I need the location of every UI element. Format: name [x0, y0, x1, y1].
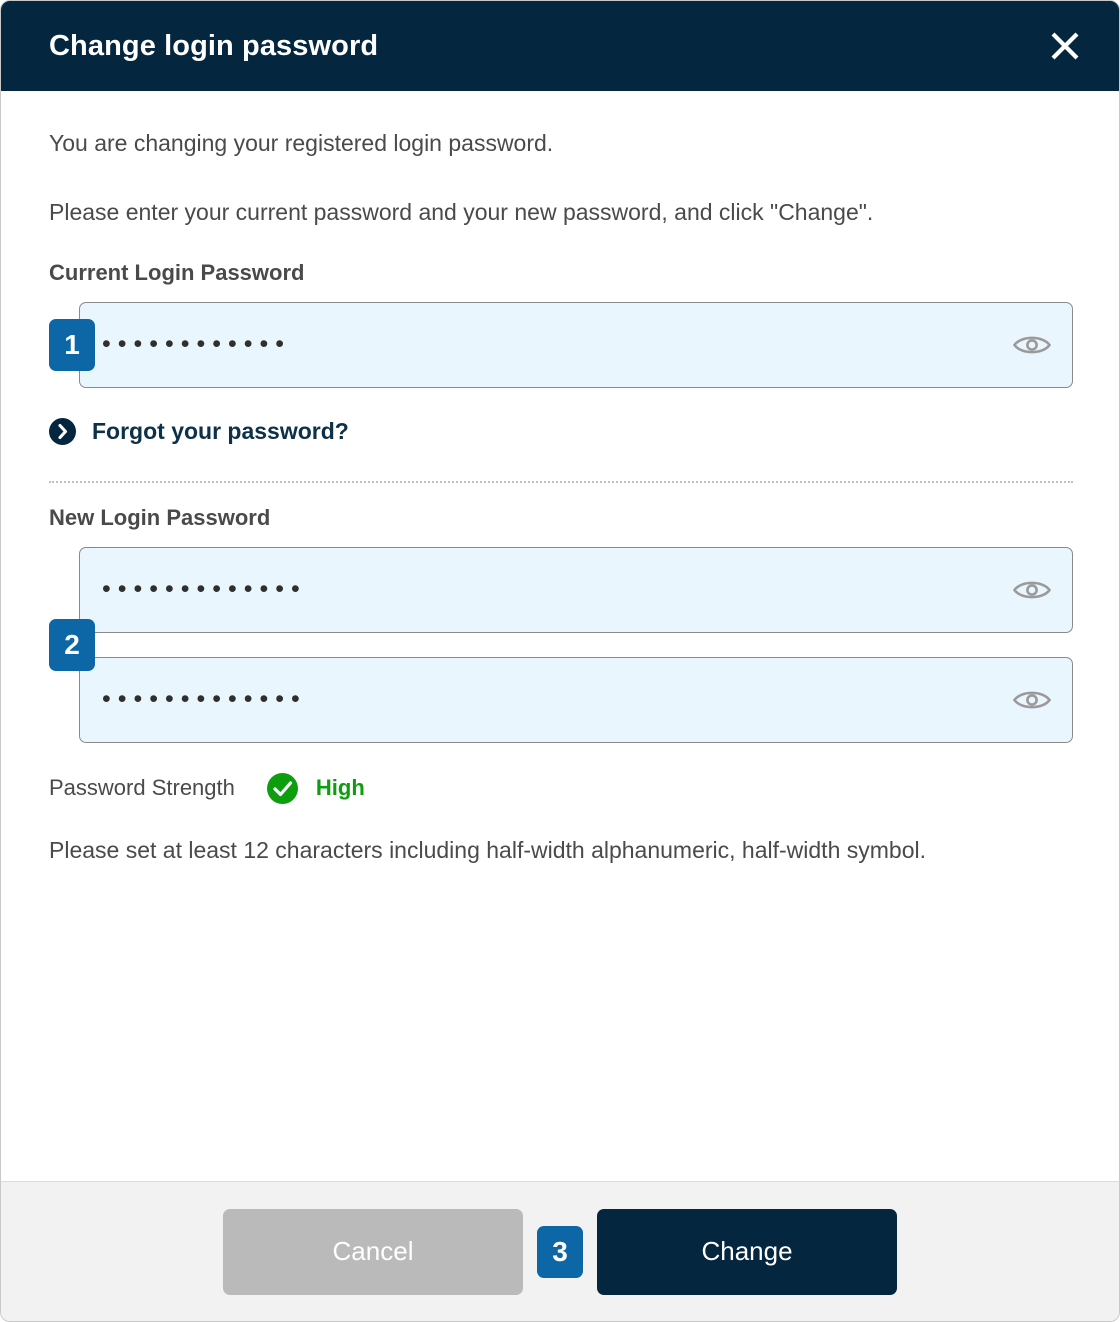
new-password-input[interactable]: ••••••••••••• [79, 546, 1073, 633]
password-strength-value: High [315, 775, 365, 800]
new-password-row-2: ••••••••••••• [49, 656, 1073, 743]
current-password-label: Current Login Password [49, 259, 305, 285]
step-badge-1: 1 [49, 318, 95, 371]
password-requirements-hint: Please set at least 12 characters includ… [49, 836, 926, 863]
password-strength-row: Password Strength High [49, 772, 1073, 804]
current-password-row: 1 •••••••••••• [49, 301, 1073, 388]
intro-text-line2: Please enter your current password and y… [49, 199, 874, 226]
dialog-footer: Cancel 3 Change [1, 1181, 1119, 1321]
new-password-row-1: ••••••••••••• [49, 546, 1073, 633]
change-password-dialog: Change login password You are changing y… [0, 0, 1120, 1322]
forgot-password-link[interactable]: Forgot your password? [49, 417, 349, 445]
dialog-body: You are changing your registered login p… [1, 91, 1119, 1181]
intro-text-line1: You are changing your registered login p… [49, 130, 554, 156]
dialog-title: Change login password [49, 29, 379, 62]
current-password-input[interactable]: •••••••••••• [79, 301, 1073, 388]
eye-icon [1012, 576, 1052, 604]
password-strength-label: Password Strength [49, 775, 235, 800]
confirm-new-password-value: ••••••••••••• [102, 685, 307, 713]
change-button[interactable]: Change [597, 1208, 897, 1295]
toggle-current-password-visibility-button[interactable] [1010, 327, 1054, 363]
step-badge-2: 2 [49, 618, 95, 671]
eye-icon [1012, 686, 1052, 714]
new-password-label: New Login Password [49, 504, 271, 530]
cancel-button[interactable]: Cancel [223, 1208, 523, 1295]
chevron-right-circle-icon [49, 417, 76, 445]
confirm-new-password-input[interactable]: ••••••••••••• [79, 656, 1073, 743]
toggle-new-password-visibility-button[interactable] [1010, 572, 1054, 608]
step-badge-3: 3 [537, 1225, 583, 1278]
forgot-password-label: Forgot your password? [92, 417, 349, 444]
section-divider [49, 480, 1073, 483]
check-circle-icon [266, 772, 298, 804]
new-password-value: ••••••••••••• [102, 575, 307, 603]
close-button[interactable] [1039, 20, 1091, 72]
new-password-group: 2 ••••••••••••• ••••••••••••• [49, 546, 1073, 743]
current-password-value: •••••••••••• [102, 330, 292, 358]
eye-icon [1012, 331, 1052, 359]
toggle-confirm-new-password-visibility-button[interactable] [1010, 682, 1054, 718]
close-icon [1048, 29, 1082, 63]
dialog-header: Change login password [1, 1, 1119, 91]
